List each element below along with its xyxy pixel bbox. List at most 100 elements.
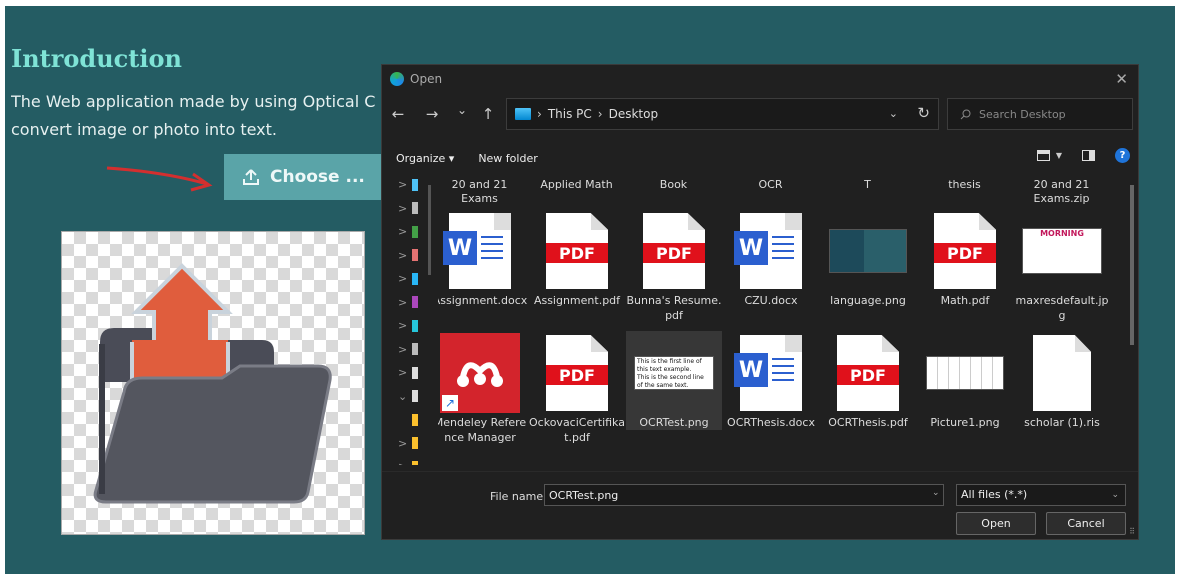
tree-chevron-icon[interactable]: >	[398, 319, 407, 332]
resize-grip-icon[interactable]: ⠿	[1129, 527, 1135, 536]
tree-chevron-icon[interactable]: >	[398, 249, 407, 262]
file-type-select[interactable]: All files (*.*) ⌄	[956, 484, 1126, 506]
folder-item[interactable]: Applied Math	[529, 178, 624, 192]
file-name-label: Bunna's Resume.pdf	[626, 294, 722, 322]
file-item[interactable]: PDF OCRThesis.pdf	[820, 331, 916, 430]
new-folder-button[interactable]: New folder	[478, 152, 537, 165]
file-item[interactable]: language.png	[820, 209, 916, 308]
tree-chevron-icon[interactable]: >	[398, 460, 407, 465]
breadcrumb-this-pc[interactable]: This PC	[548, 107, 592, 121]
pdf-label: PDF	[837, 365, 899, 386]
breadcrumb-desktop[interactable]: Desktop	[609, 107, 659, 121]
file-item[interactable]: ↗ Mendeley Reference Manager	[438, 331, 528, 445]
file-item[interactable]: W OCRThesis.docx	[723, 331, 819, 430]
file-list-scrollbar[interactable]	[1130, 185, 1134, 345]
up-arrow-icon[interactable]: ↑	[478, 105, 498, 123]
chevron-down-icon[interactable]: ▼	[1056, 151, 1062, 160]
pdf-file-icon: PDF	[529, 209, 625, 293]
tree-item[interactable]: ⌄	[382, 385, 438, 409]
blank-file-icon	[1014, 331, 1110, 415]
breadcrumb-chevron-icon: ›	[597, 107, 603, 121]
word-file-icon: W	[723, 331, 819, 415]
folder-item[interactable]: thesis	[917, 178, 1012, 192]
choose-file-button[interactable]: Choose ...	[224, 154, 382, 200]
ocr-thumb-line: This is the second line	[637, 374, 704, 381]
file-item[interactable]: W Assignment.docx	[438, 209, 528, 308]
address-bar[interactable]: › This PC › Desktop ⌄ ↻	[506, 98, 939, 130]
file-name-input[interactable]	[544, 484, 944, 506]
tree-chevron-icon[interactable]: >	[398, 343, 407, 356]
back-arrow-icon[interactable]: ←	[388, 105, 408, 123]
word-lines	[772, 357, 794, 386]
tree-chevron-icon[interactable]: >	[398, 272, 407, 285]
folder-item[interactable]: Book	[626, 178, 721, 192]
tree-folder-icon	[412, 437, 418, 450]
folder-item[interactable]: 20 and 21 Exams	[438, 178, 527, 206]
folder-item[interactable]: T	[820, 178, 915, 192]
dialog-title: Open	[410, 72, 443, 86]
tree-chevron-icon[interactable]: >	[398, 202, 407, 215]
maxresdefault-thumbnail: MORNING	[1022, 228, 1102, 274]
forward-arrow-icon[interactable]: →	[422, 105, 442, 123]
search-placeholder: Search Desktop	[979, 107, 1066, 121]
tree-folder-icon	[412, 225, 418, 238]
tree-chevron-icon[interactable]: >	[398, 296, 407, 309]
tree-chevron-icon[interactable]: >	[398, 437, 407, 450]
open-folder-upload-icon	[93, 263, 332, 504]
file-list: 20 and 21 Exams Applied Math Book OCR Tthesi…	[438, 173, 1138, 465]
nav-pane-scrollbar[interactable]	[428, 185, 431, 275]
organize-menu[interactable]: Organize ▾	[396, 152, 454, 165]
search-box[interactable]: Search Desktop	[947, 98, 1133, 130]
image-file-thumbnail: MORNING	[1014, 209, 1110, 293]
word-logo: W	[734, 231, 768, 266]
change-view-icon[interactable]	[1036, 150, 1050, 161]
file-item[interactable]: PDF OckovaciCertifikat.pdf	[529, 331, 625, 445]
file-item[interactable]: PDF Math.pdf	[917, 209, 1013, 308]
breadcrumb-chevron-icon: ›	[537, 107, 542, 121]
intro-text: The Web application made by using Optica…	[11, 88, 383, 144]
tree-item[interactable]	[382, 408, 438, 432]
file-item[interactable]: PDF Bunna's Resume.pdf	[626, 209, 722, 323]
close-icon[interactable]: ✕	[1115, 70, 1128, 88]
tree-item[interactable]: >	[382, 291, 438, 315]
help-icon[interactable]: ?	[1115, 148, 1130, 163]
file-item[interactable]: This is the first line of this text examp…	[626, 331, 722, 430]
folder-item[interactable]: 20 and 21 Exams.zip	[1014, 178, 1109, 206]
dialog-footer: File name: ⌄ All files (*.*) ⌄ Open Canc…	[382, 471, 1138, 539]
tree-item[interactable]: >	[382, 432, 438, 456]
mendeley-logo-icon	[457, 362, 503, 387]
preview-pane-icon[interactable]	[1082, 150, 1095, 161]
refresh-icon[interactable]: ↻	[917, 104, 930, 122]
web-page: Introduction The Web application made by…	[5, 6, 1175, 574]
tree-item[interactable]: >	[382, 338, 438, 362]
tree-chevron-icon[interactable]: >	[398, 366, 407, 379]
tree-chevron-icon[interactable]: >	[398, 178, 407, 191]
file-item[interactable]: MORNING maxresdefault.jpg	[1014, 209, 1110, 323]
image-preview	[61, 231, 365, 535]
chevron-down-icon[interactable]: ⌄	[889, 107, 898, 120]
tree-folder-icon	[412, 460, 418, 465]
tree-item[interactable]: >	[382, 314, 438, 338]
folder-item[interactable]: OCR	[723, 178, 818, 192]
edge-logo-icon	[390, 72, 404, 86]
tree-item[interactable]: >	[382, 455, 438, 465]
file-item[interactable]: Picture1.png	[917, 331, 1013, 430]
file-name-label: OCRTest.png	[639, 416, 709, 429]
intro-line-1: The Web application made by using Optica…	[11, 92, 376, 111]
file-item[interactable]: scholar (1).ris	[1014, 331, 1110, 430]
file-name-label: Assignment.docx	[438, 294, 528, 307]
pdf-file-icon: PDF	[917, 209, 1013, 293]
recent-locations-chevron-icon[interactable]: ⌄	[452, 103, 472, 117]
open-button[interactable]: Open	[956, 512, 1036, 535]
cancel-button[interactable]: Cancel	[1046, 512, 1126, 535]
tree-chevron-icon[interactable]: ⌄	[398, 390, 407, 403]
chevron-down-icon[interactable]: ⌄	[932, 488, 940, 498]
file-item[interactable]: PDF Assignment.pdf	[529, 209, 625, 308]
file-name-label: Picture1.png	[930, 416, 1000, 429]
file-item[interactable]: W CZU.docx	[723, 209, 819, 308]
image-file-thumbnail: This is the first line of this text examp…	[626, 331, 722, 415]
tree-chevron-icon[interactable]: >	[398, 225, 407, 238]
tree-folder-icon	[412, 272, 418, 285]
shortcut-arrow-icon: ↗	[442, 395, 458, 411]
tree-item[interactable]: >	[382, 361, 438, 385]
